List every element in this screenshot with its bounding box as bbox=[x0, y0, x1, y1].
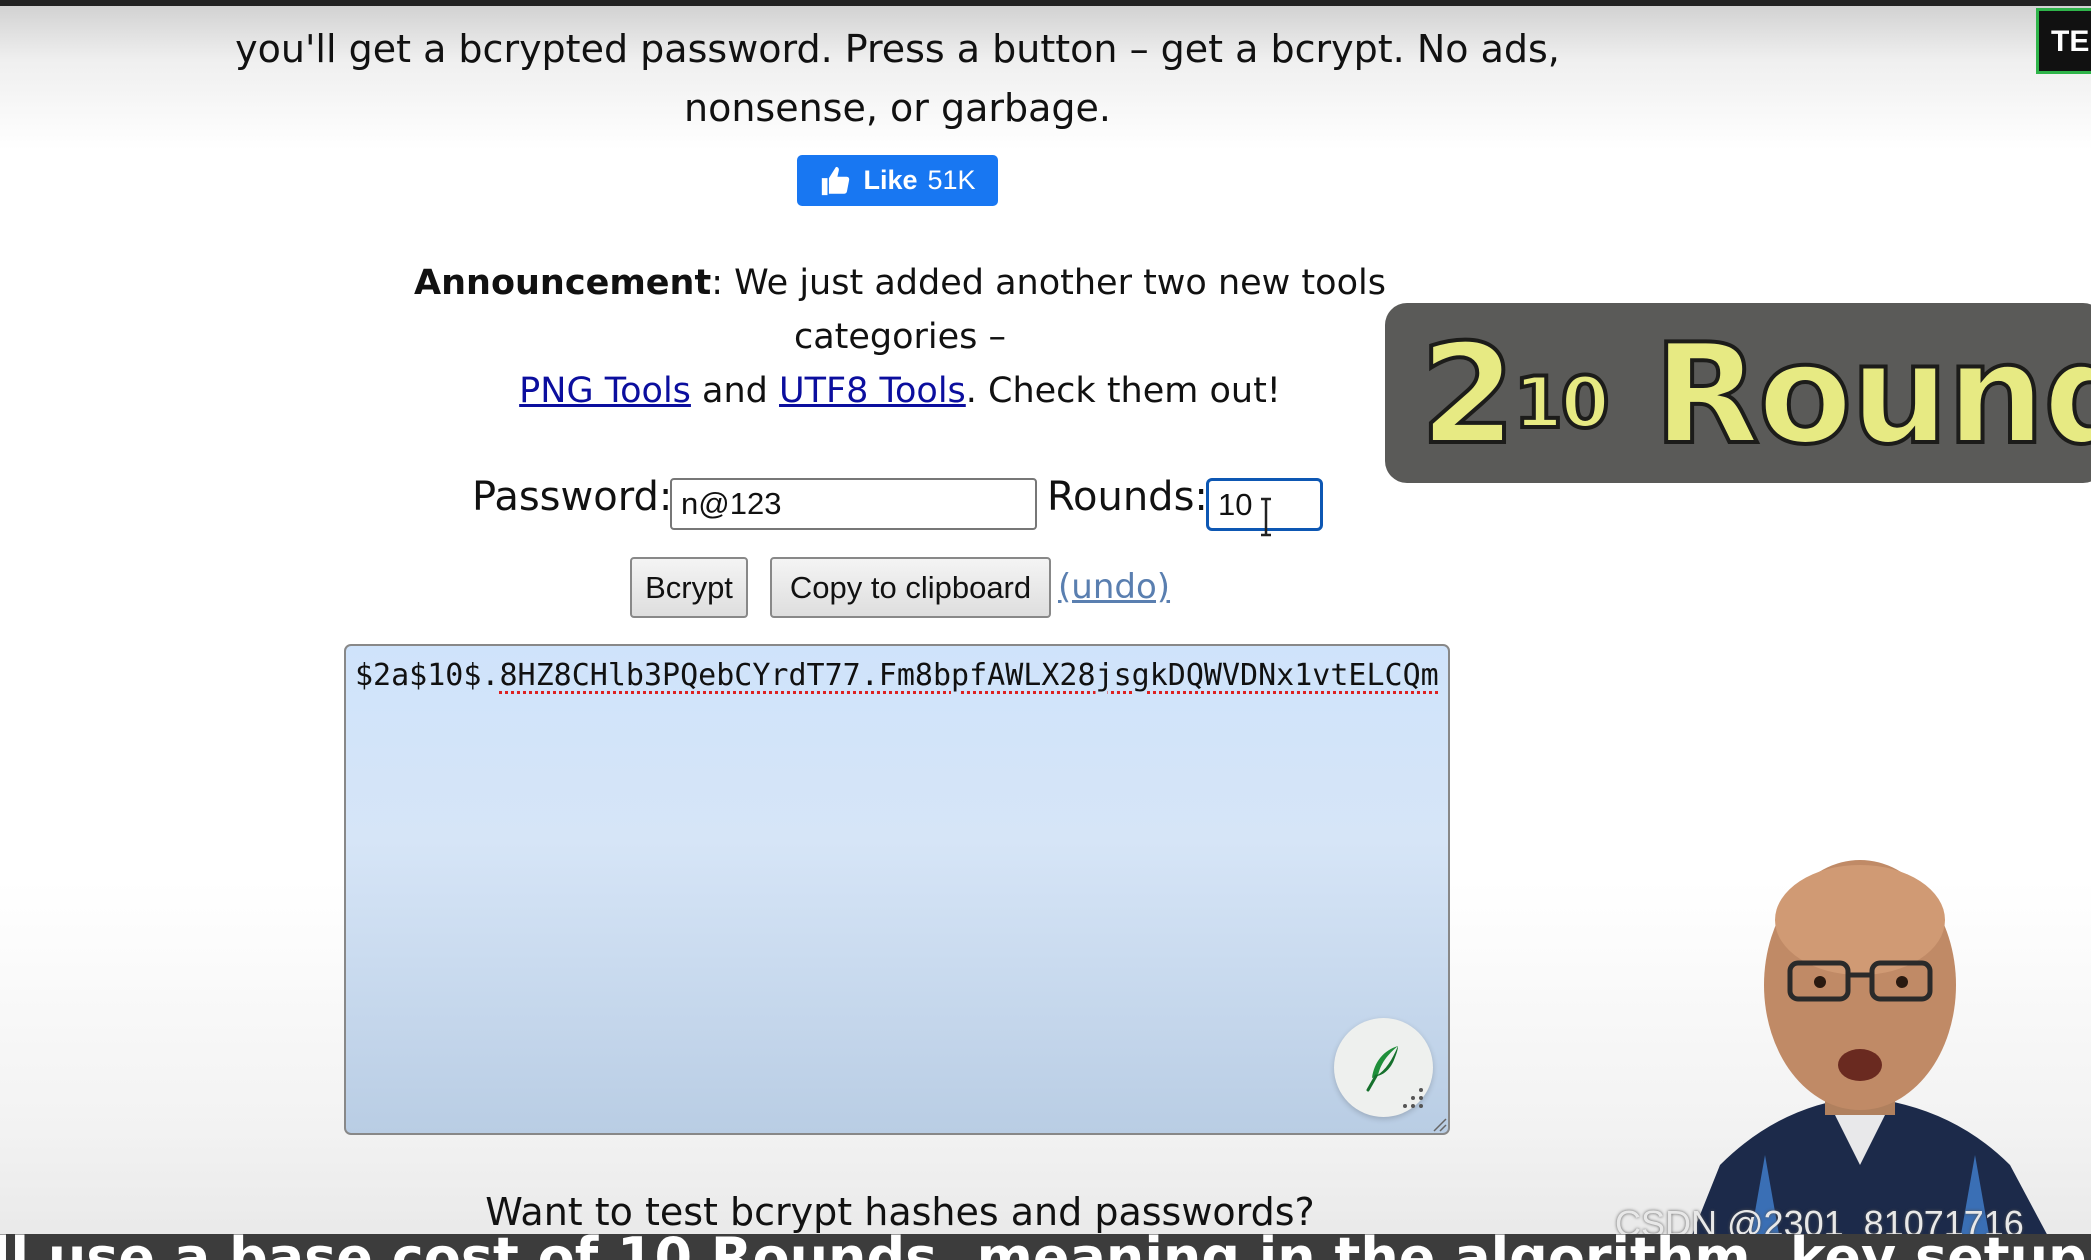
png-tools-link[interactable]: PNG Tools bbox=[519, 371, 691, 411]
bcrypt-output-textarea[interactable]: $2a$10$.8HZ8CHlb3PQebCYrdT77.Fm8bpfAWLX2… bbox=[344, 644, 1450, 1135]
intro-line-2: nonsense, or garbage. bbox=[684, 86, 1111, 130]
rounds-overlay-text: 210 Rounds bbox=[1418, 323, 2091, 467]
presenter-video-overlay bbox=[1690, 860, 2050, 1240]
facebook-like-button[interactable]: Like 51K bbox=[797, 155, 998, 206]
like-count: 51K bbox=[927, 165, 976, 195]
copy-to-clipboard-button[interactable]: Copy to clipboard bbox=[770, 557, 1051, 618]
test-hashes-heading: Want to test bcrypt hashes and passwords… bbox=[485, 1190, 1315, 1234]
corner-tag: TEL bbox=[2036, 8, 2091, 74]
announcement-and: and bbox=[690, 371, 780, 411]
announcement-text: : We just added another two new tools bbox=[711, 263, 1386, 303]
password-label: Password: bbox=[472, 474, 673, 520]
resize-handle-icon[interactable] bbox=[1430, 1115, 1448, 1133]
announcement-heading: Announcement bbox=[414, 263, 712, 303]
rounds-overlay-card: 210 Rounds bbox=[1385, 303, 2091, 483]
announcement-categories: categories – bbox=[793, 317, 1007, 357]
dots-grip-icon bbox=[1403, 1088, 1423, 1108]
like-label: Like bbox=[863, 165, 918, 195]
intro-text: you'll get a bcrypted password. Press a … bbox=[220, 20, 1575, 138]
subtitle-text: ll use a base cost of 10 Rounds, meaning… bbox=[0, 1234, 2091, 1260]
thumbs-up-icon bbox=[822, 166, 850, 195]
announcement: Announcement: We just added another two … bbox=[400, 256, 1400, 418]
rounds-label: Rounds: bbox=[1047, 474, 1208, 520]
subtitle-bar: ll use a base cost of 10 Rounds, meaning… bbox=[0, 1234, 2091, 1260]
utf8-tools-link[interactable]: UTF8 Tools bbox=[779, 371, 966, 411]
announcement-tail: . Check them out! bbox=[965, 371, 1281, 411]
text-cursor-icon bbox=[1261, 497, 1271, 537]
feather-icon bbox=[1366, 1045, 1398, 1091]
password-input[interactable]: n@123 bbox=[670, 478, 1037, 530]
undo-link[interactable]: (undo) bbox=[1058, 567, 1170, 607]
hash-body: 8HZ8CHlb3PQebCYrdT77.Fm8bpfAWLX28jsgkDQW… bbox=[499, 658, 1439, 693]
top-edge-bar bbox=[0, 0, 2091, 6]
hash-prefix: $2a$10$. bbox=[355, 658, 500, 693]
rounds-word: Rounds bbox=[1651, 314, 2091, 475]
rounds-exponent: 10 bbox=[1512, 360, 1611, 446]
rounds-base: 2 bbox=[1418, 314, 1518, 475]
bcrypt-button[interactable]: Bcrypt bbox=[630, 557, 748, 618]
intro-line-1: you'll get a bcrypted password. Press a … bbox=[235, 27, 1560, 71]
